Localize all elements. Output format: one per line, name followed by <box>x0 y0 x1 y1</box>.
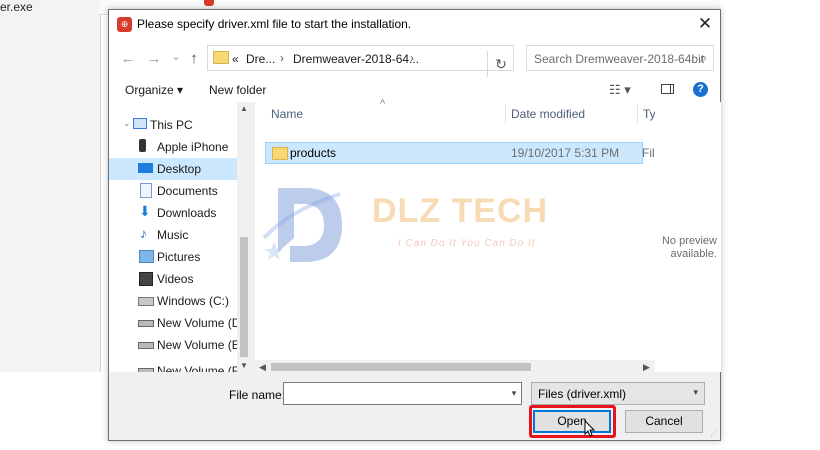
nav-label: Apple iPhone <box>157 140 229 154</box>
horizontal-scroll-thumb[interactable] <box>271 363 531 371</box>
back-arrow-icon[interactable]: ← <box>117 48 139 70</box>
open-button[interactable]: Open <box>533 410 611 433</box>
folder-icon <box>272 147 288 160</box>
background-window-left: er.exe <box>0 0 101 372</box>
nav-item-pictures[interactable]: Pictures <box>109 246 237 268</box>
drive-icon <box>138 368 154 372</box>
address-overflow[interactable]: « <box>232 52 239 66</box>
drive-icon <box>138 342 154 349</box>
search-input[interactable]: Search Dremweaver-2018-64bit <box>534 52 704 66</box>
nav-label: New Volume (E:) <box>157 338 248 352</box>
refresh-icon[interactable]: ↻ <box>487 51 514 77</box>
sort-ascending-icon: ^ <box>380 98 386 110</box>
nav-item-desktop[interactable]: Desktop <box>109 158 237 180</box>
forward-arrow-icon[interactable]: → <box>143 48 165 70</box>
documents-icon <box>140 183 152 198</box>
file-name-input[interactable] <box>283 382 522 405</box>
chevron-down-icon[interactable]: ▾ <box>693 387 698 398</box>
horizontal-scrollbar[interactable]: ◀ ▶ <box>255 360 655 374</box>
file-date-cell: 19/10/2017 5:31 PM <box>511 146 620 160</box>
file-name-cell: products <box>290 146 337 160</box>
navigation-pane: ⌄ This PC Apple iPhone Desktop Documents… <box>109 102 251 372</box>
close-icon[interactable]: ✕ <box>690 10 720 40</box>
file-name-label: File name: <box>229 388 286 402</box>
no-preview-text: No preview available. <box>661 235 717 260</box>
mouse-pointer-icon <box>584 420 596 437</box>
command-toolbar: Organize ▾ New folder ☷ ▾ ? <box>109 78 720 102</box>
dialog-title: Please specify driver.xml file to start … <box>137 17 412 31</box>
music-icon: ♪ <box>140 225 147 241</box>
watermark-title: DLZ TECH <box>372 192 549 230</box>
background-file-label: er.exe <box>0 0 33 14</box>
nav-item-new-volume-f[interactable]: New Volume (F:) <box>109 360 246 372</box>
column-name-header[interactable]: Name <box>271 102 303 126</box>
nav-pane-scroll-thumb[interactable] <box>240 237 248 357</box>
nav-item-videos[interactable]: Videos <box>109 268 237 290</box>
address-bar[interactable]: « Dre... › Dremweaver-2018-64... › ↻ <box>207 45 514 77</box>
drive-icon <box>138 320 154 327</box>
watermark-logo-icon <box>262 188 342 262</box>
nav-label: This PC <box>150 118 193 132</box>
cancel-button[interactable]: Cancel <box>625 410 703 433</box>
resize-grip-icon[interactable]: ⋰ <box>710 429 718 438</box>
organize-button[interactable]: Organize ▾ <box>125 83 183 97</box>
file-row-products[interactable]: products 19/10/2017 5:31 PM File <box>265 142 661 164</box>
desktop-icon <box>138 163 153 173</box>
nav-item-apple-iphone[interactable]: Apple iPhone <box>109 136 237 158</box>
nav-label: Music <box>157 228 189 242</box>
preview-pane: No preview available. <box>655 102 721 372</box>
nav-item-downloads[interactable]: ⬇ Downloads <box>109 202 237 224</box>
nav-label: New Volume (D: <box>157 316 244 330</box>
folder-icon <box>213 51 229 64</box>
nav-label: Windows (C:) <box>157 294 230 308</box>
pictures-icon <box>139 250 154 263</box>
nav-item-this-pc[interactable]: ⌄ This PC <box>109 114 237 136</box>
nav-label: Documents <box>157 184 218 198</box>
scroll-left-icon[interactable]: ◀ <box>259 362 266 373</box>
scroll-right-icon[interactable]: ▶ <box>643 362 650 373</box>
drive-icon <box>138 297 154 306</box>
address-separator: › <box>280 51 284 65</box>
help-icon[interactable]: ? <box>693 82 708 97</box>
app-icon: ⊕ <box>117 17 132 32</box>
nav-item-windows-c[interactable]: Windows (C:) <box>109 290 237 312</box>
address-segment-dremweaver[interactable]: Dremweaver-2018-64... <box>293 52 419 66</box>
nav-item-music[interactable]: ♪ Music <box>109 224 237 246</box>
videos-icon <box>139 272 153 286</box>
file-type-filter[interactable]: Files (driver.xml) ▾ <box>531 382 705 405</box>
scroll-up-icon[interactable]: ▲ <box>240 104 248 113</box>
preview-pane-icon[interactable] <box>661 84 674 94</box>
file-name-dropdown-icon[interactable]: ▾ <box>507 384 521 403</box>
address-segment-dre[interactable]: Dre... <box>246 52 275 66</box>
column-divider[interactable] <box>505 104 506 124</box>
scroll-down-icon[interactable]: ▼ <box>240 361 248 370</box>
nav-label: Videos <box>157 272 194 286</box>
column-date-header[interactable]: Date modified <box>511 102 585 126</box>
search-box[interactable]: Search Dremweaver-2018-64bit ⌕ <box>526 45 714 71</box>
computer-icon <box>133 118 147 129</box>
view-options-icon[interactable]: ☷ ▾ <box>609 82 631 98</box>
column-divider[interactable] <box>637 104 638 124</box>
address-separator: › <box>410 51 414 65</box>
nav-label: Pictures <box>157 250 201 264</box>
navigation-bar: ← → ⌄ ↑ « Dre... › Dremweaver-2018-64...… <box>109 40 720 78</box>
search-icon[interactable]: ⌕ <box>700 50 707 66</box>
nav-item-documents[interactable]: Documents <box>109 180 237 202</box>
downloads-icon: ⬇ <box>139 203 151 219</box>
dialog-titlebar: ⊕ Please specify driver.xml file to star… <box>109 10 720 40</box>
nav-label: Downloads <box>157 206 217 220</box>
up-arrow-icon[interactable]: ↑ <box>183 48 205 70</box>
nav-pane-scrollbar[interactable]: ▲ ▼ <box>237 102 251 372</box>
nav-label: New Volume (F:) <box>157 364 247 372</box>
nav-label: Desktop <box>157 162 202 176</box>
filter-label: Files (driver.xml) <box>538 387 627 401</box>
phone-icon <box>139 139 146 152</box>
nav-item-new-volume-e[interactable]: New Volume (E:) <box>109 334 247 356</box>
nav-item-new-volume-d[interactable]: New Volume (D: <box>109 312 244 334</box>
watermark-tagline: I Can Do It You Can Do It <box>398 238 536 249</box>
new-folder-button[interactable]: New folder <box>209 83 266 97</box>
background-app-icon <box>204 0 214 6</box>
